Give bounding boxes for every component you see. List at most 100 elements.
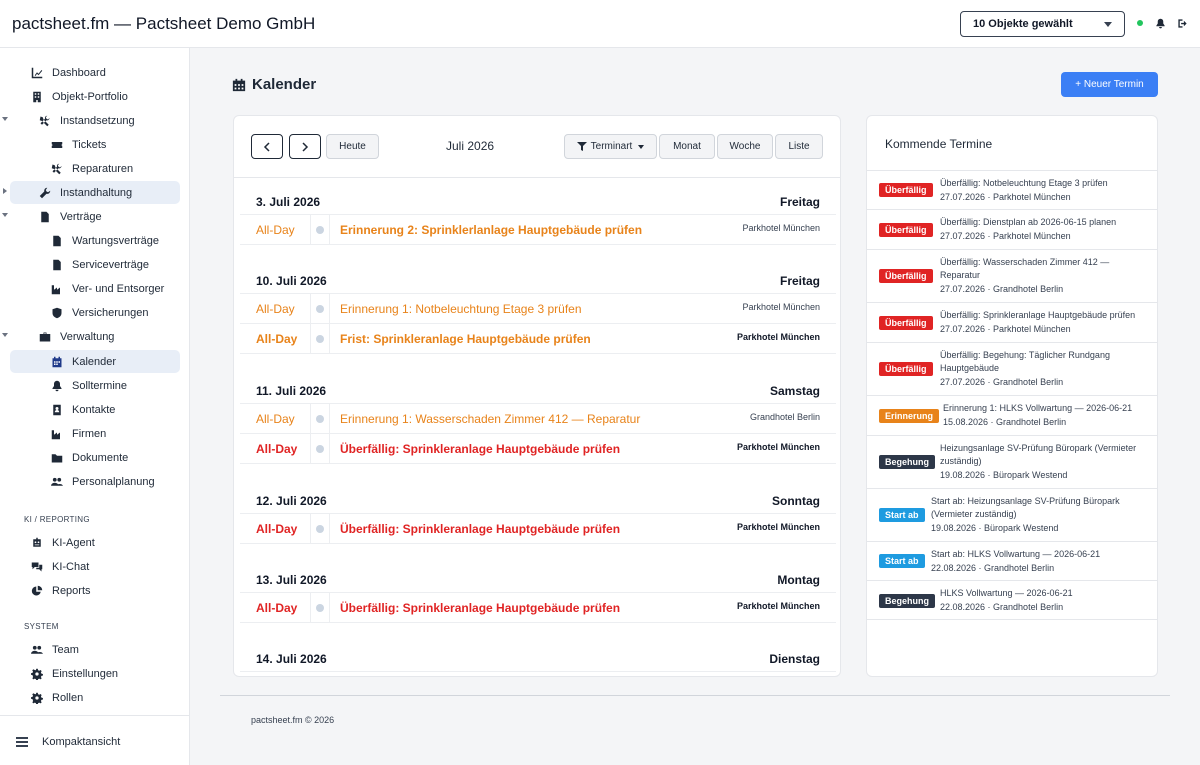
sidebar-item-team[interactable]: Team — [10, 638, 180, 661]
sidebar-item-verwaltung[interactable]: Verwaltung — [2, 325, 180, 348]
calendar-event[interactable]: All-Day Überfällig: Sprinkleranlage Haup… — [240, 593, 836, 623]
page-title-text: Kalender — [252, 76, 317, 93]
sidebar-item-einstellungen[interactable]: Einstellungen — [10, 662, 180, 685]
upcoming-item-meta: 27.07.2026 · Grandhotel Berlin — [940, 377, 1064, 387]
upcoming-item[interactable]: Überfällig Überfällig: Dienstplan ab 202… — [867, 209, 1157, 249]
sidebar-item-personalplanung[interactable]: Personalplanung — [10, 470, 180, 493]
status-badge: Begehung — [879, 594, 935, 608]
sidebar-item-wartungsvertraege[interactable]: Wartungsverträge — [10, 229, 180, 252]
sidebar-item-dashboard[interactable]: Dashboard — [10, 61, 180, 84]
sidebar-item-kontakte[interactable]: Kontakte — [10, 398, 180, 421]
event-time: All-Day — [256, 522, 298, 536]
event-title: Überfällig: Sprinkleranlage Hauptgebäude… — [340, 601, 621, 615]
menu-icon — [16, 737, 28, 747]
sidebar-item-firmen[interactable]: Firmen — [10, 422, 180, 445]
calendar-event[interactable]: All-Day Frist: Sprinkleranlage Hauptgebä… — [240, 324, 836, 354]
day-header: 13. Juli 2026 Montag — [240, 559, 836, 593]
calendar-event[interactable]: All-Day Erinnerung 1: Notbeleuchtung Eta… — [240, 294, 836, 324]
sidebar-item-reports[interactable]: Reports — [10, 579, 180, 602]
status-badge: Überfällig — [879, 269, 933, 283]
day-weekday: Sonntag — [772, 494, 820, 508]
sidebar-item-tickets[interactable]: Tickets — [10, 133, 180, 156]
upcoming-item[interactable]: Überfällig Überfällig: Begehung: Täglich… — [867, 342, 1157, 395]
sidebar-item-instandsetzung[interactable]: Instandsetzung — [2, 109, 180, 132]
day-date: 13. Juli 2026 — [256, 573, 327, 587]
sidebar-item-versicherungen[interactable]: Versicherungen — [10, 301, 180, 324]
view-week-button[interactable]: Woche — [717, 134, 773, 159]
status-badge: Begehung — [879, 455, 935, 469]
sidebar-item-dokumente[interactable]: Dokumente — [10, 446, 180, 469]
chevron-down-icon — [1104, 22, 1112, 27]
file-icon — [50, 258, 64, 272]
day-header: 11. Juli 2026 Samstag — [240, 370, 836, 404]
calendar-event[interactable]: All-Day Erinnerung 2: Sprinklerlanlage H… — [240, 215, 836, 245]
calendar-event[interactable]: All-Day Überfällig: Sprinkleranlage Haup… — [240, 514, 836, 544]
chevron-down-icon — [2, 333, 8, 337]
shield-icon — [50, 306, 64, 320]
status-badge: Überfällig — [879, 316, 933, 330]
sidebar-item-reparaturen[interactable]: Reparaturen — [10, 157, 180, 180]
upcoming-item-title: Überfällig: Notbeleuchtung Etage 3 prüfe… — [940, 178, 1108, 188]
logout-icon[interactable] — [1175, 16, 1189, 30]
gear-icon — [30, 691, 44, 705]
calendar-icon — [50, 355, 64, 369]
sidebar-item-label: Instandhaltung — [60, 186, 133, 199]
sidebar-item-objekt-portfolio[interactable]: Objekt-Portfolio — [10, 85, 180, 108]
upcoming-item[interactable]: Start ab Start ab: HLKS Vollwartung — 20… — [867, 541, 1157, 580]
sidebar-item-label: Solltermine — [72, 379, 128, 392]
view-list-button[interactable]: Liste — [775, 134, 823, 159]
event-location: Parkhotel München — [736, 332, 820, 342]
event-location: Parkhotel München — [736, 442, 820, 452]
day-date: 11. Juli 2026 — [256, 384, 327, 398]
upcoming-item[interactable]: Überfällig Überfällig: Wasserschaden Zim… — [867, 249, 1157, 302]
compact-view-toggle[interactable]: Kompaktansicht — [16, 736, 120, 748]
building-icon — [30, 90, 44, 104]
upcoming-item-title-cont: zuständig) — [940, 456, 982, 466]
upcoming-item-title: Überfällig: Wasserschaden Zimmer 412 — — [940, 257, 1110, 267]
sidebar-item-label: Kontakte — [72, 403, 116, 416]
upcoming-item-title: Überfällig: Begehung: Täglicher Rundgang — [940, 350, 1110, 360]
today-button[interactable]: Heute — [326, 134, 379, 159]
upcoming-item-title: Überfällig: Sprinkleranlage Hauptgebäude… — [940, 310, 1136, 320]
sidebar-item-ki-agent[interactable]: KI-Agent — [10, 531, 180, 554]
day-weekday: Freitag — [779, 274, 820, 288]
briefcase-icon — [38, 330, 52, 344]
chevron-right-icon — [3, 188, 7, 194]
upcoming-item[interactable]: Begehung Heizungsanlage SV-Prüfung Bürop… — [867, 435, 1157, 488]
event-location: Parkhotel München — [742, 223, 820, 233]
sidebar-item-ver-und-entsorger[interactable]: Ver- und Entsorger — [10, 277, 180, 300]
upcoming-item[interactable]: Begehung HLKS Vollwartung — 2026-06-21 2… — [867, 580, 1157, 620]
sidebar-item-label: KI-Chat — [52, 560, 90, 573]
sidebar-item-ki-chat[interactable]: KI-Chat — [10, 555, 180, 578]
bell-icon[interactable] — [1153, 16, 1167, 30]
next-month-button[interactable] — [289, 134, 321, 159]
calendar-event[interactable]: All-Day Überfällig: Sprinkleranlage Haup… — [240, 434, 836, 464]
new-appointment-button[interactable]: + Neuer Termin — [1061, 72, 1158, 97]
upcoming-item[interactable]: Erinnerung Erinnerung 1: HLKS Vollwartun… — [867, 395, 1157, 435]
sidebar-item-solltermine[interactable]: Solltermine — [10, 374, 180, 397]
sidebar-item-label: Dokumente — [72, 451, 129, 464]
day-header: 10. Juli 2026 Freitag — [240, 260, 836, 294]
brand-title: pactsheet.fm — Pactsheet Demo GmbH — [12, 14, 316, 33]
object-select[interactable]: 10 Objekte gewählt — [960, 11, 1125, 37]
upcoming-item[interactable]: Überfällig Überfällig: Notbeleuchtung Et… — [867, 170, 1157, 209]
sidebar-item-vertraege[interactable]: Verträge — [2, 205, 180, 228]
calendar-event[interactable]: All-Day Erinnerung 1: Wasserschaden Zimm… — [240, 404, 836, 434]
sidebar-item-rollen[interactable]: Rollen — [10, 686, 180, 709]
event-dot-icon — [316, 604, 324, 612]
sidebar-item-label: Ver- und Entsorger — [72, 282, 165, 295]
view-month-button[interactable]: Monat — [659, 134, 715, 159]
chevron-left-icon — [263, 141, 270, 152]
status-badge: Überfällig — [879, 223, 933, 237]
upcoming-item[interactable]: Start ab Start ab: Heizungsanlage SV-Prü… — [867, 488, 1157, 541]
status-badge: Überfällig — [879, 183, 933, 197]
upcoming-item[interactable]: Überfällig Überfällig: Sprinkleranlage H… — [867, 302, 1157, 342]
day-weekday: Freitag — [779, 195, 820, 209]
event-type-filter[interactable]: Terminart — [564, 134, 657, 159]
sidebar-item-servicevertraege[interactable]: Serviceverträge — [10, 253, 180, 276]
sidebar-item-kalender[interactable]: Kalender — [10, 350, 180, 373]
upcoming-item-meta: 27.07.2026 · Grandhotel Berlin — [940, 284, 1064, 294]
sidebar-item-instandhaltung[interactable]: Instandhaltung — [3, 181, 180, 204]
upcoming-item-meta: 27.07.2026 · Parkhotel München — [940, 324, 1071, 334]
prev-month-button[interactable] — [251, 134, 283, 159]
